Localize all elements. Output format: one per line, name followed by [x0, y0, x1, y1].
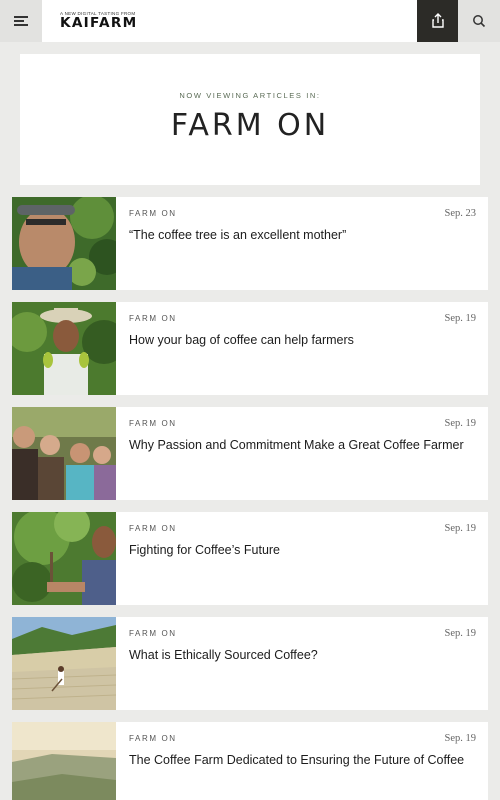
- article-category: FARM ON: [129, 314, 177, 323]
- article-card[interactable]: FARM ON Sep. 19 Why Passion and Commitme…: [12, 407, 488, 500]
- article-title[interactable]: “The coffee tree is an excellent mother”: [129, 227, 468, 243]
- article-card[interactable]: FARM ON Sep. 19 How your bag of coffee c…: [12, 302, 488, 395]
- hero-kicker: NOW VIEWING ARTICLES IN:: [179, 91, 321, 100]
- article-date: Sep. 19: [444, 628, 477, 639]
- article-date: Sep. 19: [444, 733, 477, 744]
- article-thumbnail: [12, 722, 116, 800]
- hamburger-menu-icon: [14, 16, 28, 26]
- share-button[interactable]: [417, 0, 458, 42]
- article-date: Sep. 19: [444, 313, 477, 324]
- article-thumbnail: [12, 197, 116, 290]
- article-thumbnail: [12, 302, 116, 395]
- article-list: FARM ON Sep. 23 “The coffee tree is an e…: [12, 197, 488, 800]
- article-card[interactable]: FARM ON Sep. 19 What is Ethically Source…: [12, 617, 488, 710]
- article-title[interactable]: Why Passion and Commitment Make a Great …: [129, 437, 468, 453]
- article-category: FARM ON: [129, 419, 177, 428]
- article-thumbnail: [12, 617, 116, 710]
- article-card[interactable]: FARM ON Sep. 19 Fighting for Coffee’s Fu…: [12, 512, 488, 605]
- article-category: FARM ON: [129, 209, 177, 218]
- category-hero: NOW VIEWING ARTICLES IN: FARM ON: [20, 54, 480, 185]
- search-button[interactable]: [458, 0, 500, 42]
- article-title[interactable]: What is Ethically Sourced Coffee?: [129, 647, 468, 663]
- article-card[interactable]: FARM ON Sep. 23 “The coffee tree is an e…: [12, 197, 488, 290]
- article-date: Sep. 19: [444, 418, 477, 429]
- share-icon: [431, 13, 444, 28]
- article-title[interactable]: Fighting for Coffee’s Future: [129, 542, 468, 558]
- article-card[interactable]: FARM ON Sep. 19 The Coffee Farm Dedicate…: [12, 722, 488, 800]
- article-category: FARM ON: [129, 524, 177, 533]
- article-title[interactable]: How your bag of coffee can help farmers: [129, 332, 468, 348]
- page-title: FARM ON: [170, 108, 330, 143]
- top-bar: A NEW DIGITAL TASTING FROM KAIFARM: [0, 0, 500, 42]
- article-category: FARM ON: [129, 734, 177, 743]
- site-logo[interactable]: A NEW DIGITAL TASTING FROM KAIFARM: [60, 11, 138, 31]
- article-category: FARM ON: [129, 629, 177, 638]
- article-date: Sep. 19: [444, 523, 477, 534]
- logo-wordmark: KAIFARM: [60, 16, 138, 31]
- search-icon: [473, 15, 486, 28]
- article-title[interactable]: The Coffee Farm Dedicated to Ensuring th…: [129, 752, 468, 768]
- article-thumbnail: [12, 512, 116, 605]
- menu-button[interactable]: [0, 0, 42, 42]
- article-thumbnail: [12, 407, 116, 500]
- article-date: Sep. 23: [444, 208, 477, 219]
